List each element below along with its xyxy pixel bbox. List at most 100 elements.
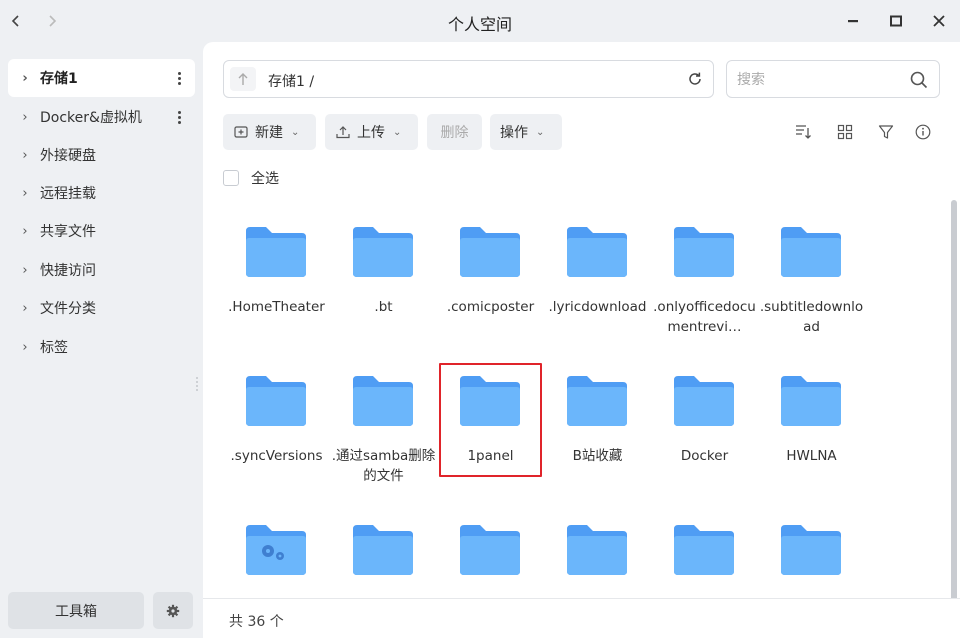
sidebar-item-external-disk[interactable]: › 外接硬盘 (8, 136, 195, 174)
upload-button[interactable]: 上传 ⌄ (325, 114, 418, 150)
folder-icon (460, 227, 520, 277)
more-vertical-icon[interactable] (171, 68, 187, 88)
folder-icon (781, 376, 841, 426)
file-browser: 存储1 / 新建 ⌄ 上传 ⌄ 删除 操作 ⌄ 全选 (203, 42, 960, 638)
file-item[interactable]: 1panel (437, 359, 544, 499)
chevron-right-icon: › (22, 147, 28, 163)
title-bar: 个人空间 (0, 0, 960, 42)
new-button[interactable]: 新建 ⌄ (223, 114, 316, 150)
chevron-right-icon: › (22, 300, 28, 316)
sort-button[interactable] (793, 122, 813, 142)
sidebar-item-label: Docker&虚拟机 (40, 110, 142, 126)
path-bar[interactable]: 存储1 / (223, 60, 714, 98)
sidebar: › 存储1 › Docker&虚拟机 › 外接硬盘 › 远程挂载 › 共享文件 … (0, 42, 202, 638)
info-button[interactable] (913, 122, 933, 142)
window-title: 个人空间 (447, 15, 512, 34)
sidebar-item-label: 存储1 (40, 71, 78, 87)
file-name: .subtitledownload (759, 299, 864, 335)
file-name: .通过samba删除的文件 (331, 448, 436, 484)
actions-button[interactable]: 操作 ⌄ (490, 114, 562, 150)
file-item[interactable]: .通过samba删除的文件 (330, 359, 437, 499)
search-box (726, 60, 940, 98)
file-item[interactable]: .HomeTheater (223, 210, 330, 350)
chevron-right-icon: › (22, 70, 28, 86)
sidebar-item-label: 快捷访问 (40, 263, 96, 279)
close-icon (933, 15, 945, 27)
select-all[interactable]: 全选 (223, 168, 279, 188)
file-item[interactable]: B站收藏 (544, 359, 651, 499)
sidebar-item-shared-files[interactable]: › 共享文件 (8, 212, 195, 250)
file-item[interactable]: Docker (651, 359, 758, 499)
file-item[interactable]: .bt (330, 210, 437, 350)
chevron-right-icon: › (22, 223, 28, 239)
minimize-button[interactable] (841, 9, 865, 33)
select-all-checkbox[interactable] (223, 170, 239, 186)
toolbox-button[interactable]: 工具箱 (8, 592, 144, 629)
sidebar-resize-handle[interactable] (196, 377, 199, 393)
file-name: .comicposter (446, 299, 535, 315)
grid-view-icon (837, 124, 853, 140)
select-all-label: 全选 (251, 171, 279, 187)
sidebar-item-tags[interactable]: › 标签 (8, 328, 195, 366)
grid-view-button[interactable] (835, 122, 855, 142)
file-name: .onlyofficedocumentrevi… (653, 299, 756, 335)
new-button-label: 新建 (255, 125, 283, 141)
file-item[interactable]: .onlyofficedocumentrevi… (651, 210, 758, 350)
folder-icon (353, 227, 413, 277)
refresh-button[interactable] (685, 69, 705, 89)
file-name: .lyricdownload (548, 299, 647, 315)
more-vertical-icon[interactable] (171, 107, 187, 127)
chevron-right-icon: › (22, 109, 28, 125)
sidebar-item-label: 外接硬盘 (40, 148, 96, 164)
file-name: .bt (374, 299, 393, 315)
minimize-icon (848, 20, 858, 23)
chevron-right-icon: › (22, 262, 28, 278)
settings-button[interactable] (153, 592, 193, 629)
file-item[interactable]: .syncVersions (223, 359, 330, 499)
folder-icon (246, 227, 306, 277)
chevron-right-icon: › (22, 185, 28, 201)
maximize-button[interactable] (884, 9, 908, 33)
file-item[interactable]: .comicposter (437, 210, 544, 350)
sidebar-item-file-categories[interactable]: › 文件分类 (8, 289, 195, 327)
folder-icon (674, 376, 734, 426)
folder-icon (781, 227, 841, 277)
folder-icon (353, 376, 413, 426)
close-button[interactable] (927, 9, 951, 33)
folder-icon (781, 525, 841, 575)
delete-button[interactable]: 删除 (427, 114, 482, 150)
file-name: B站收藏 (572, 448, 623, 464)
sidebar-item-remote-mount[interactable]: › 远程挂载 (8, 174, 195, 212)
sort-icon (796, 125, 811, 139)
folder-icon (246, 376, 306, 426)
sidebar-item-quick-access[interactable]: › 快捷访问 (8, 251, 195, 289)
path-text: 存储1 / (268, 74, 315, 90)
sidebar-item-docker-vm[interactable]: › Docker&虚拟机 (8, 98, 195, 136)
folder-icon (353, 525, 413, 575)
file-name: HWLNA (786, 448, 837, 464)
sidebar-item-storage1[interactable]: › 存储1 (8, 59, 195, 97)
folder-icon (567, 227, 627, 277)
file-name: .HomeTheater (228, 299, 325, 315)
filter-button[interactable] (876, 122, 896, 142)
search-icon[interactable] (909, 70, 929, 90)
folder-icon (567, 376, 627, 426)
upload-icon (335, 124, 351, 140)
file-name: .syncVersions (230, 448, 323, 464)
file-item[interactable]: HWLNA (758, 359, 865, 499)
folder-icon (674, 525, 734, 575)
file-name: Docker (680, 448, 729, 464)
file-item[interactable]: .lyricdownload (544, 210, 651, 350)
add-file-icon (233, 124, 249, 140)
parent-folder-button[interactable] (230, 67, 256, 91)
item-count: 共 36 个 (229, 614, 284, 630)
folder-icon (674, 227, 734, 277)
file-item[interactable]: .subtitledownload (758, 210, 865, 350)
refresh-icon (689, 72, 701, 85)
vertical-scrollbar[interactable] (951, 200, 957, 610)
chevron-right-icon: › (22, 339, 28, 355)
folder-icon (460, 376, 520, 426)
upload-button-label: 上传 (357, 125, 385, 141)
search-input[interactable] (737, 70, 897, 90)
actions-button-label: 操作 (500, 125, 528, 141)
